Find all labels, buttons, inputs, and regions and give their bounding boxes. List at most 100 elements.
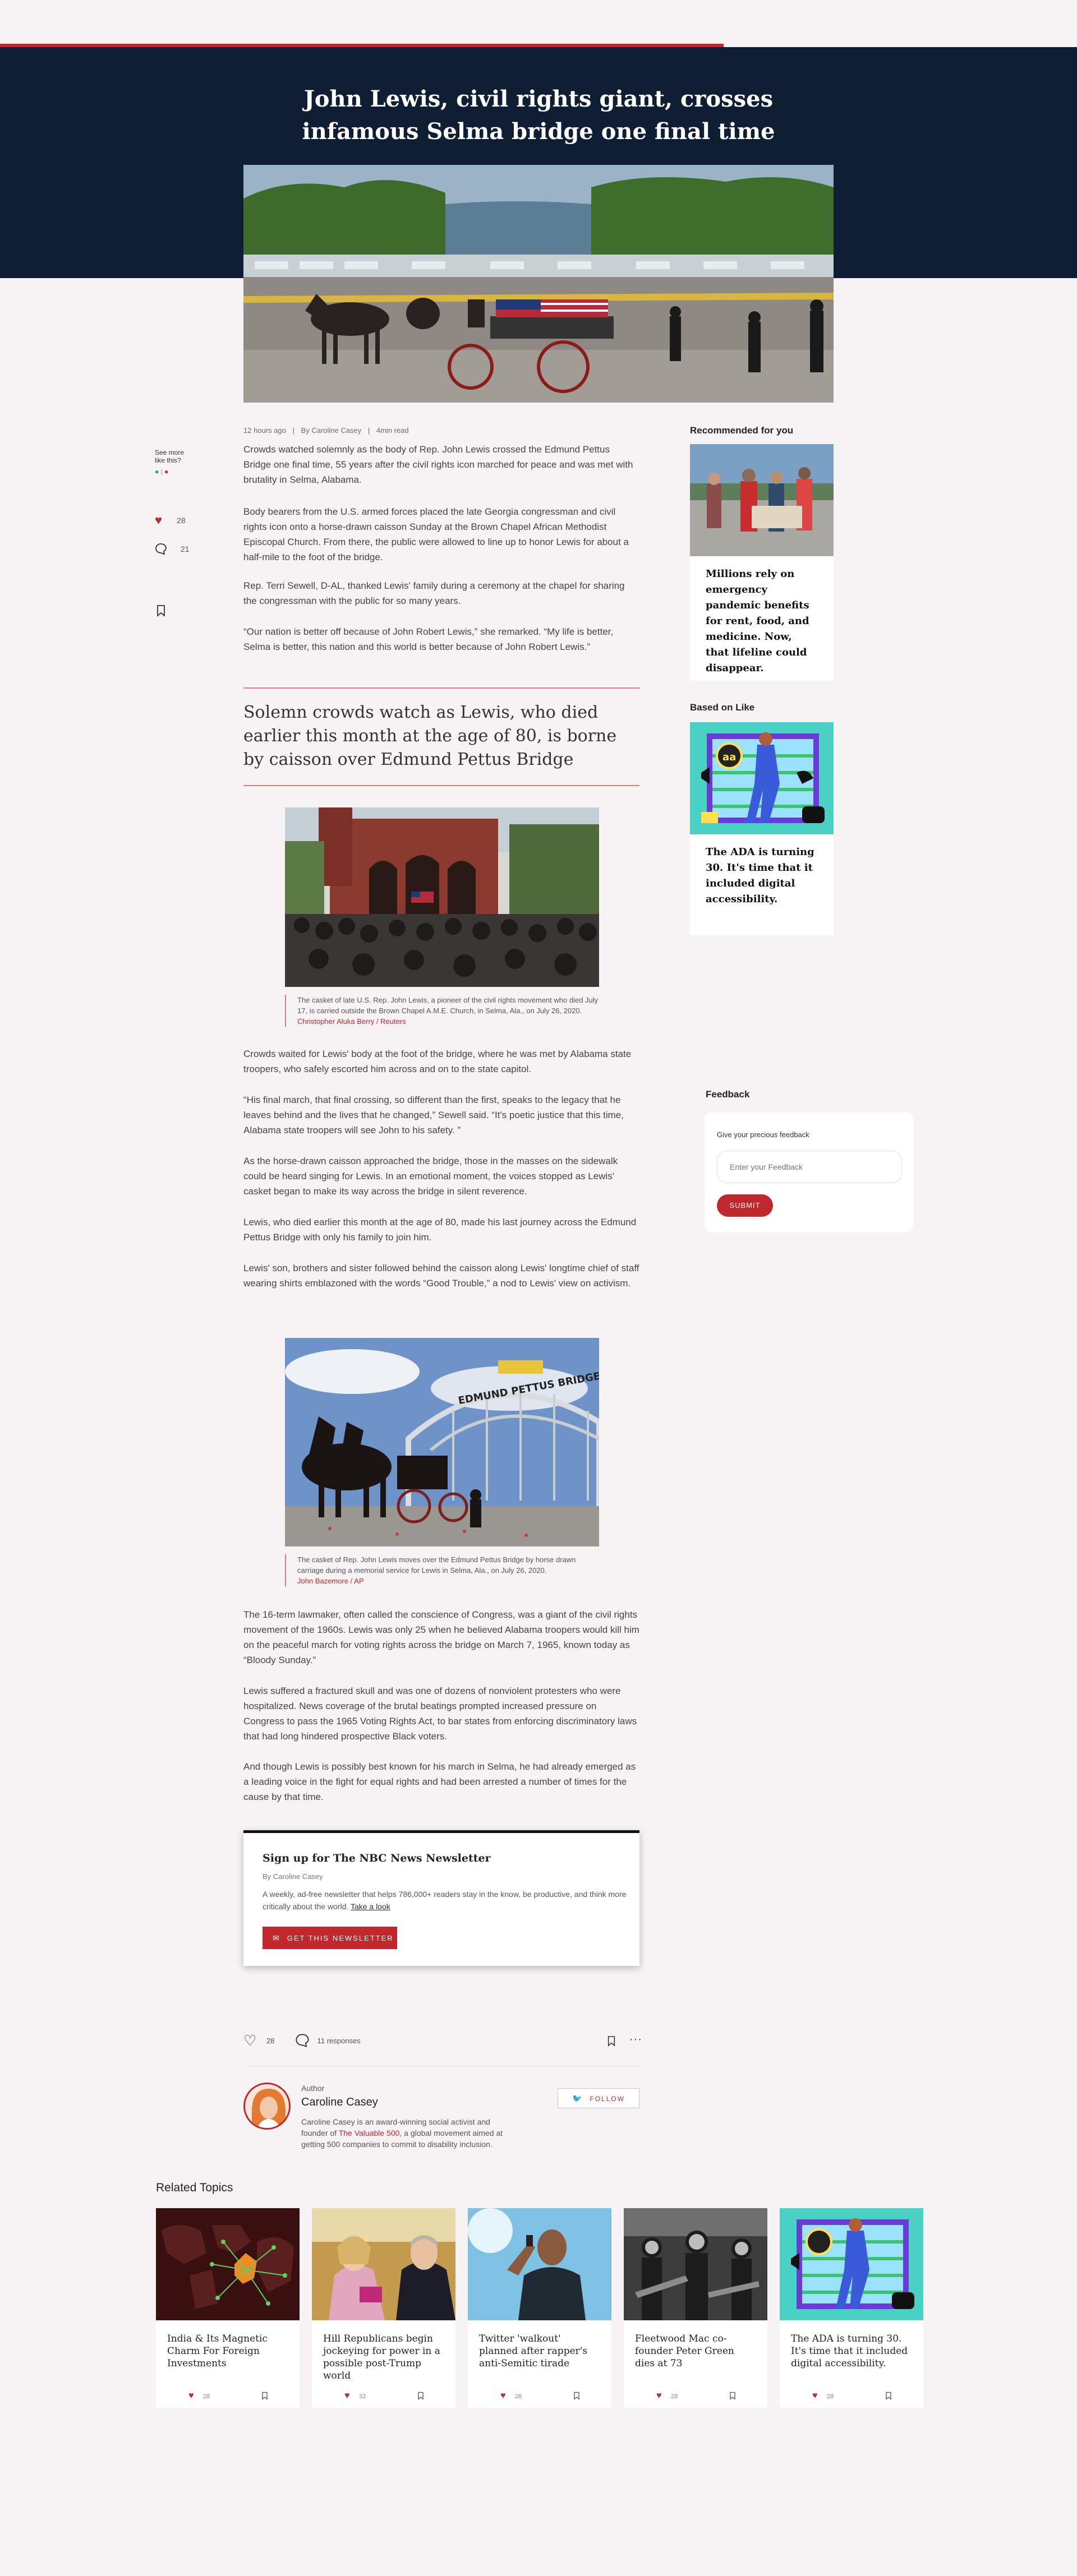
footer-responses-action[interactable]: 11 responses bbox=[295, 2033, 361, 2048]
feedback-label: Give your precious feedback bbox=[717, 1130, 809, 1139]
heart-icon[interactable]: ♥ bbox=[812, 2391, 818, 2401]
article-title: John Lewis, civil rights giant, crosses … bbox=[302, 86, 775, 145]
bridge-image: EDMUND PETTUS BRIDGE bbox=[285, 1338, 599, 1546]
figure-caption: The casket of late U.S. Rep. John Lewis,… bbox=[285, 995, 599, 1027]
newsletter-signup: Sign up for The NBC News Newsletter By C… bbox=[243, 1830, 639, 1966]
pullquote: Solemn crowds watch as Lewis, who died e… bbox=[243, 703, 617, 769]
newsletter-link[interactable]: Take a look bbox=[351, 1902, 390, 1911]
see-more-label: See more bbox=[155, 449, 185, 456]
related-card-image bbox=[780, 2208, 923, 2320]
related-topics-heading: Related Topics bbox=[156, 2181, 233, 2194]
time-ago: 12 hours ago bbox=[243, 426, 286, 435]
bookmark-icon[interactable] bbox=[156, 604, 166, 620]
newsletter-byline: By Caroline Casey bbox=[263, 1872, 323, 1881]
yes-dot-icon[interactable]: ● bbox=[155, 468, 159, 476]
author-bio: Caroline Casey is an award-winning socia… bbox=[301, 2116, 509, 2150]
get-newsletter-button[interactable]: ✉ GET THIS NEWSLETTER bbox=[263, 1927, 397, 1949]
recommended-card[interactable]: Millions rely on emergency pandemic bene… bbox=[690, 444, 834, 681]
heart-icon[interactable]: ♥ bbox=[188, 2391, 194, 2401]
heart-outline-icon[interactable]: ♡ bbox=[243, 2032, 256, 2049]
bookmark-icon[interactable] bbox=[261, 2392, 268, 2402]
paragraph: Crowds waited for Lewis' body at the foo… bbox=[243, 1049, 632, 1074]
author-avatar[interactable] bbox=[243, 2083, 291, 2130]
heart-icon[interactable]: ♥ bbox=[656, 2391, 662, 2401]
paragraph: As the horse-drawn caisson approached th… bbox=[243, 1156, 618, 1197]
bookmark-icon[interactable] bbox=[417, 2392, 424, 2402]
no-dot-icon[interactable]: ● bbox=[164, 468, 168, 476]
illustration-label: aa bbox=[722, 751, 736, 763]
footer-bookmark-icon[interactable] bbox=[607, 2035, 616, 2049]
related-card-title: Twitter 'walkout' planned after rapper's… bbox=[479, 2333, 588, 2369]
bookmark-icon[interactable] bbox=[885, 2392, 892, 2402]
recommended-image bbox=[690, 444, 834, 556]
pullquote-divider bbox=[243, 687, 639, 689]
related-like-count: 28 bbox=[671, 2393, 678, 2400]
comment-action[interactable]: 21 bbox=[155, 543, 189, 555]
based-on-like-card[interactable]: aa The ADA is turning 30. It's time that… bbox=[690, 722, 834, 935]
related-card-image bbox=[156, 2208, 300, 2320]
bookmark-icon[interactable] bbox=[573, 2392, 580, 2402]
follow-button[interactable]: 🐦 FOLLOW bbox=[558, 2088, 639, 2108]
author-label: Author bbox=[301, 2084, 325, 2093]
feedback-heading: Feedback bbox=[706, 1089, 750, 1100]
related-card-title: The ADA is turning 30. It's time that it… bbox=[791, 2333, 908, 2369]
get-newsletter-label: GET THIS NEWSLETTER bbox=[287, 1934, 394, 1942]
related-like-count: 32 bbox=[359, 2393, 366, 2400]
based-on-like-heading: Based on Like bbox=[690, 702, 755, 713]
accessibility-illustration: aa bbox=[690, 722, 834, 834]
comment-icon[interactable] bbox=[155, 543, 167, 555]
author-bio-link[interactable]: The Valuable 500 bbox=[339, 2129, 400, 2138]
heart-icon[interactable]: ♥ bbox=[155, 513, 162, 527]
heart-icon[interactable]: ♥ bbox=[500, 2391, 506, 2401]
church-image bbox=[285, 807, 599, 987]
footer-like-action[interactable]: ♡ 28 bbox=[243, 2032, 274, 2049]
related-card-image bbox=[312, 2208, 455, 2320]
figure-caption: The casket of Rep. John Lewis moves over… bbox=[285, 1554, 599, 1586]
comment-icon[interactable] bbox=[295, 2033, 310, 2048]
like-action[interactable]: ♥ 28 bbox=[155, 513, 186, 528]
related-card-title: India & Its Magnetic Charm For Foreign I… bbox=[167, 2333, 268, 2369]
article-meta: 12 hours ago | By Caroline Casey | 4min … bbox=[243, 426, 413, 435]
like-count: 28 bbox=[176, 516, 186, 525]
more-options-icon[interactable]: ··· bbox=[629, 2033, 642, 2046]
related-card-image bbox=[624, 2208, 767, 2320]
based-on-like-text: The ADA is turning 30. It's time that it… bbox=[706, 846, 814, 905]
paragraph: Rep. Terri Sewell, D-AL, thanked Lewis' … bbox=[243, 580, 625, 606]
bookmark-icon[interactable] bbox=[729, 2392, 736, 2402]
newsletter-description: A weekly, ad-free newsletter that helps … bbox=[263, 1888, 627, 1913]
heart-icon[interactable]: ♥ bbox=[344, 2391, 350, 2401]
photo-credit[interactable]: John Bazemore / AP bbox=[297, 1577, 364, 1585]
feedback-submit-button[interactable]: SUBMIT bbox=[717, 1194, 773, 1217]
paragraph: Lewis suffered a fractured skull and was… bbox=[243, 1686, 637, 1742]
pullquote-divider bbox=[243, 785, 639, 786]
related-card-title: Hill Republicans begin jockeying for pow… bbox=[323, 2333, 440, 2381]
twitter-icon: 🐦 bbox=[572, 2094, 583, 2103]
related-card[interactable]: The ADA is turning 30. It's time that it… bbox=[780, 2208, 923, 2408]
footer-like-count: 28 bbox=[266, 2037, 275, 2045]
feedback-input[interactable] bbox=[717, 1151, 902, 1183]
related-card[interactable]: Fleetwood Mac co-founder Peter Green die… bbox=[624, 2208, 767, 2408]
figure-church: The casket of late U.S. Rep. John Lewis,… bbox=[285, 807, 599, 1027]
related-card-title: Fleetwood Mac co-founder Peter Green die… bbox=[635, 2333, 734, 2369]
paragraph: The 16-term lawmaker, often called the c… bbox=[243, 1609, 639, 1665]
author-name[interactable]: Caroline Casey bbox=[301, 2096, 378, 2109]
follow-label: FOLLOW bbox=[590, 2095, 625, 2103]
recommended-text: Millions rely on emergency pandemic bene… bbox=[706, 568, 809, 674]
related-like-count: 28 bbox=[203, 2393, 210, 2400]
feedback-panel: Give your precious feedback SUBMIT bbox=[705, 1112, 913, 1232]
see-more-prompt: See more like this? ● | ● bbox=[155, 449, 200, 476]
paragraph: Body bearers from the U.S. armed forces … bbox=[243, 506, 629, 562]
paragraph: Lewis' son, brothers and sister followed… bbox=[243, 1263, 639, 1289]
related-like-count: 28 bbox=[827, 2393, 834, 2400]
see-more-choices[interactable]: ● | ● bbox=[155, 468, 200, 476]
related-card[interactable]: Twitter 'walkout' planned after rapper's… bbox=[468, 2208, 611, 2408]
byline[interactable]: By Caroline Casey bbox=[301, 426, 362, 435]
hero-image bbox=[243, 165, 834, 403]
related-card[interactable]: India & Its Magnetic Charm For Foreign I… bbox=[156, 2208, 300, 2408]
paragraph: “Our nation is better off because of Joh… bbox=[243, 626, 614, 652]
related-card[interactable]: Hill Republicans begin jockeying for pow… bbox=[312, 2208, 455, 2408]
caption-text: The casket of late U.S. Rep. John Lewis,… bbox=[297, 996, 599, 1015]
figure-bridge: EDMUND PETTUS BRIDGE The casket of Rep. … bbox=[285, 1338, 599, 1586]
responses-count: 11 responses bbox=[317, 2036, 361, 2045]
photo-credit[interactable]: Christopher Aluka Berry / Reuters bbox=[297, 1017, 406, 1026]
